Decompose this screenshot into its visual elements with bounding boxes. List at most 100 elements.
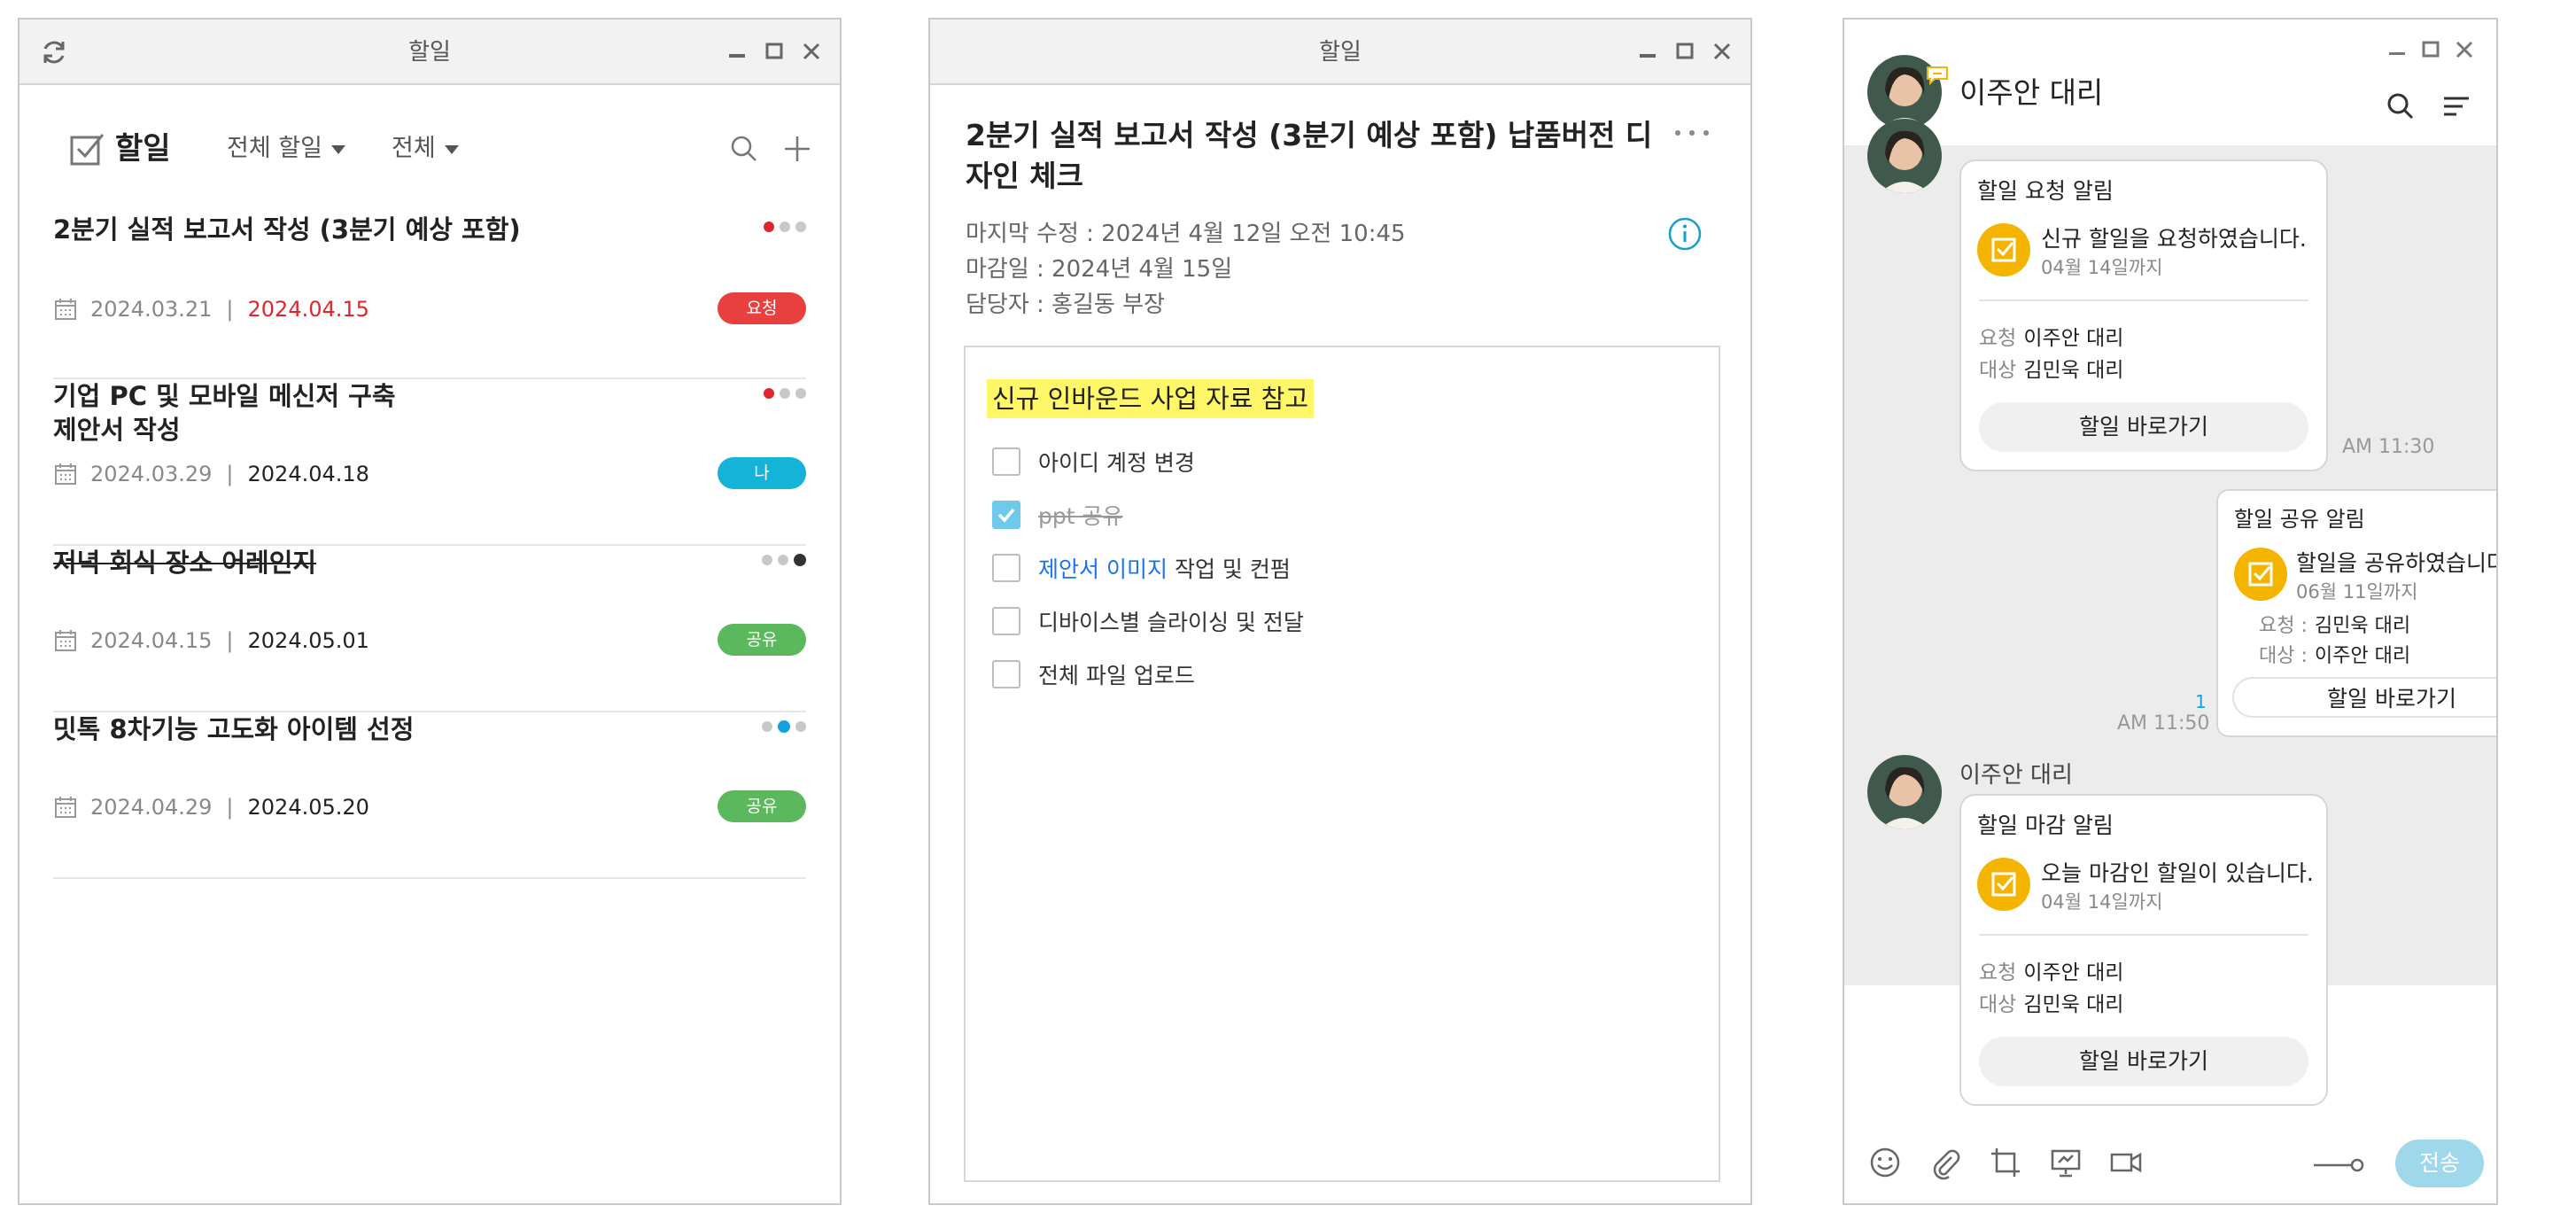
checklist-label: 작업 및 컨펌 [1174, 556, 1291, 582]
todo-icon [1977, 223, 2030, 276]
search-icon[interactable] [728, 133, 760, 165]
due-date: 마감일 : 2024년 4월 15일 [966, 256, 1233, 283]
maximize-icon[interactable] [762, 39, 787, 64]
attachment-icon[interactable] [1928, 1145, 1963, 1180]
priority-indicator [762, 554, 806, 566]
badge-request: 요청 [718, 292, 806, 324]
unread-count: 1 [2195, 691, 2207, 712]
checklist-item[interactable]: 제안서 이미지 작업 및 컨펌 [992, 553, 1291, 583]
start-date: 2024.04.15 [90, 628, 213, 653]
card-message: 신규 할일을 요청하였습니다. [2041, 226, 2307, 252]
date-separator: | [226, 297, 234, 322]
maximize-icon[interactable] [2420, 39, 2441, 60]
todo-share-card: 할일 공유 알림 할일을 공유하였습니다 06월 11일까지 요청 : 김민욱 대… [2216, 489, 2498, 737]
avatar[interactable] [1867, 755, 1942, 829]
go-to-todo-button[interactable]: 할일 바로가기 [2232, 677, 2496, 718]
task-content: 신규 인바운드 사업 자료 참고 아이디 계정 변경 ppt 공유 제안서 이미… [964, 346, 1720, 1182]
close-icon[interactable] [1710, 39, 1734, 64]
send-toggle-icon[interactable] [2312, 1155, 2365, 1175]
calendar-icon [55, 630, 76, 651]
divider [1979, 299, 2308, 301]
chat-input-toolbar: 전송 [1844, 1124, 2496, 1203]
checkbox[interactable] [992, 660, 1020, 688]
go-to-todo-button[interactable]: 할일 바로가기 [1979, 402, 2308, 452]
todo-deadline-card: 할일 마감 알림 오늘 마감인 할일이 있습니다. 04월 14일까지 요청 이주… [1959, 794, 2328, 1106]
filter-status-dropdown[interactable]: 전체 [392, 128, 459, 170]
checklist-item[interactable]: ppt 공유 [992, 500, 1123, 530]
checklist-link[interactable]: 제안서 이미지 [1038, 552, 1168, 584]
start-date: 2024.03.29 [90, 462, 213, 486]
todo-dates: 2024.04.15 | 2024.05.01 [53, 627, 369, 654]
window-title: 할일 [408, 39, 451, 66]
minimize-icon[interactable] [1635, 39, 1660, 64]
checkbox-checked[interactable] [992, 501, 1020, 529]
list-header: 할일 전체 할일 전체 [53, 128, 813, 172]
start-date: 2024.03.21 [90, 297, 213, 322]
todo-item[interactable]: 2분기 실적 보고서 작성 (3분기 예상 포함) 2024.03.21 | 2… [53, 213, 806, 379]
menu-icon[interactable] [2441, 94, 2471, 119]
todo-dates: 2024.04.29 | 2024.05.20 [53, 794, 369, 820]
more-options-icon[interactable] [1672, 124, 1711, 142]
task-title: 2분기 실적 보고서 작성 (3분기 예상 포함) 납품버전 디자인 체크 [966, 118, 1653, 193]
target: 대상 : 이주안 대리 [2259, 645, 2411, 667]
calendar-icon [55, 299, 76, 320]
target: 대상 김민욱 대리 [1979, 993, 2124, 1016]
message-time: AM 11:30 [2342, 436, 2435, 458]
card-deadline: 06월 11일까지 [2296, 581, 2418, 603]
todo-item[interactable]: 기업 PC 및 모바일 메신저 구축 제안서 작성 2024.03.29 | 2… [53, 379, 806, 546]
go-to-todo-button[interactable]: 할일 바로가기 [1979, 1037, 2308, 1086]
minimize-icon[interactable] [725, 39, 749, 64]
checkbox[interactable] [992, 447, 1020, 476]
send-button[interactable]: 전송 [2395, 1139, 2484, 1187]
emoji-icon[interactable] [1867, 1145, 1903, 1180]
checklist-item[interactable]: 디바이스별 슬라이싱 및 전달 [992, 606, 1304, 636]
add-icon[interactable] [781, 133, 813, 165]
close-icon[interactable] [2454, 39, 2475, 60]
card-title: 할일 마감 알림 [1977, 813, 2114, 838]
list-title: 할일 [115, 131, 171, 167]
todo-check-icon [70, 134, 105, 166]
checklist-item[interactable]: 아이디 계정 변경 [992, 447, 1195, 477]
badge-share: 공유 [718, 624, 806, 656]
minimize-icon[interactable] [2386, 39, 2408, 60]
calendar-icon [55, 797, 76, 818]
checklist-label: 전체 파일 업로드 [1038, 663, 1195, 688]
search-icon[interactable] [2385, 90, 2417, 122]
title-bar: 할일 [19, 19, 840, 85]
filter-scope-dropdown[interactable]: 전체 할일 [227, 128, 345, 170]
card-message: 할일을 공유하였습니다 [2296, 550, 2498, 576]
maximize-icon[interactable] [1672, 39, 1697, 64]
card-message: 오늘 마감인 할일이 있습니다. [2041, 860, 2314, 886]
message-time: AM 11:50 [2117, 712, 2210, 735]
chat-bubble-icon [1927, 66, 1948, 85]
card-title: 할일 공유 알림 [2234, 507, 2365, 532]
card-deadline: 04월 14일까지 [2041, 257, 2163, 278]
todo-dates: 2024.03.21 | 2024.04.15 [53, 296, 369, 323]
todo-request-card: 할일 요청 알림 신규 할일을 요청하였습니다. 04월 14일까지 요청 이주안… [1959, 159, 2328, 471]
priority-indicator [762, 720, 806, 733]
todo-item[interactable]: 밋톡 8차기능 고도화 아이템 선정 2024.04.29 | 2024.05.… [53, 712, 806, 879]
checklist-item[interactable]: 전체 파일 업로드 [992, 659, 1195, 689]
todo-item[interactable]: 저녁 회식 장소 어레인지 2024.04.15 | 2024.05.01 공유 [53, 546, 806, 712]
todo-title: 밋톡 8차기능 고도화 아이템 선정 [53, 714, 415, 744]
todo-icon [2234, 548, 2287, 601]
checkbox[interactable] [992, 607, 1020, 635]
video-call-icon[interactable] [2108, 1145, 2144, 1180]
todo-list-window: 할일 할일 전체 할일 전체 2분기 실적 보고서 작성 (3분기 예상 포함)… [18, 18, 842, 1205]
priority-indicator [764, 222, 806, 232]
close-icon[interactable] [799, 39, 824, 64]
info-icon[interactable] [1667, 216, 1703, 252]
checkbox[interactable] [992, 554, 1020, 582]
due-date: 2024.04.15 [247, 297, 369, 322]
chat-header: 이주안 대리 [1844, 19, 2496, 145]
screen-share-icon[interactable] [2048, 1145, 2083, 1180]
title-bar: 할일 [930, 19, 1750, 85]
chat-window: 이주안 대리 할일 요청 알림 신규 할일을 요청하였습니다. 04월 14일까… [1843, 18, 2498, 1205]
avatar[interactable] [1867, 119, 1942, 193]
checklist-label: 아이디 계정 변경 [1038, 450, 1195, 476]
date-separator: | [226, 628, 234, 653]
priority-indicator [764, 388, 806, 399]
calendar-icon [55, 463, 76, 485]
crop-icon[interactable] [1988, 1145, 2023, 1180]
highlighted-note: 신규 인바운드 사업 자료 참고 [987, 379, 1315, 418]
